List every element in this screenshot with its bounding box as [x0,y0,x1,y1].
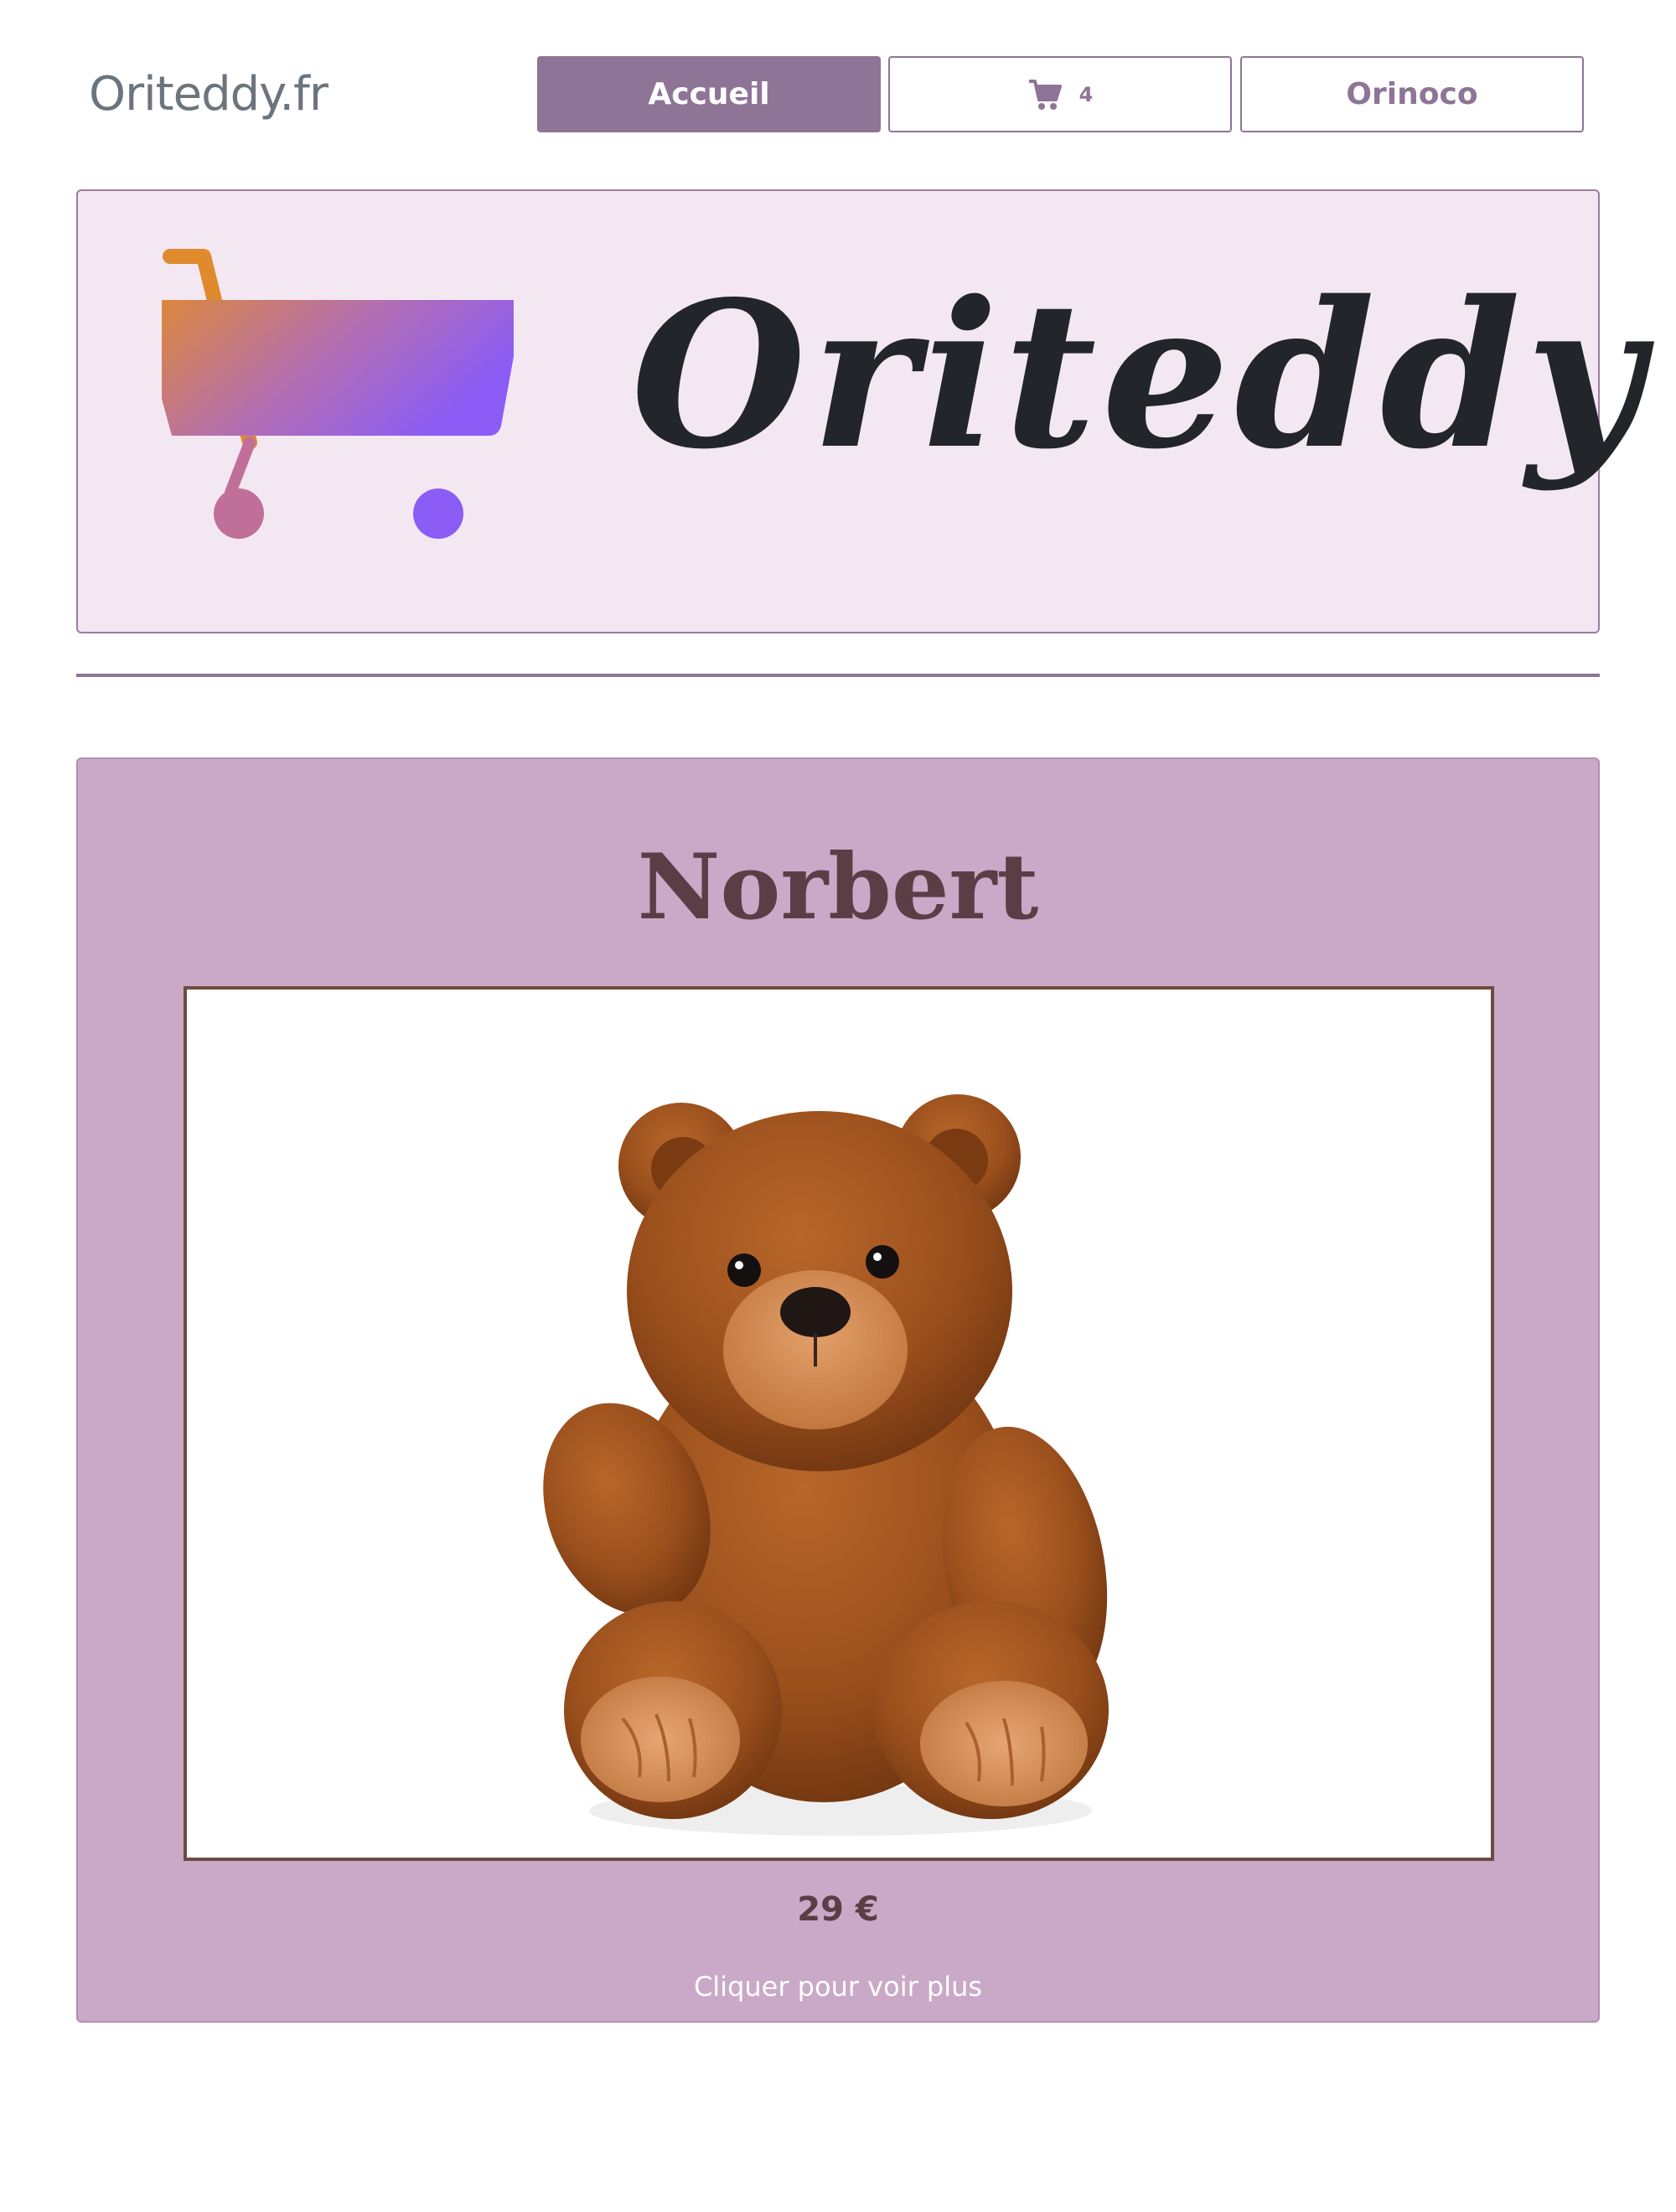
product-image[interactable] [184,986,1494,1861]
product-name: Norbert [637,835,1039,940]
product-card[interactable]: Norbert 29 € Cliquer pour voir plus [76,757,1600,2023]
home-button[interactable]: Accueil [537,56,881,132]
see-more-link[interactable]: Cliquer pour voir plus [78,1971,1598,2003]
teddy-bear-photo [187,990,1491,1858]
cart-count-badge: 4 [1079,82,1094,106]
product-price: 29 € [797,1890,879,1929]
divider [76,674,1600,677]
hero-banner: Oriteddy [76,189,1642,633]
orinoco-button[interactable]: Orinoco [1240,56,1584,132]
banner-logo-text: Oriteddy [631,257,1648,494]
shopping-cart-gradient-icon [162,249,514,539]
shopping-cart-icon [1028,79,1062,110]
cart-button[interactable]: 4 [888,56,1232,132]
navbar: Oriteddy.fr Accueil 4 Orinoco [0,0,1676,193]
site-brand[interactable]: Oriteddy.fr [89,67,328,121]
